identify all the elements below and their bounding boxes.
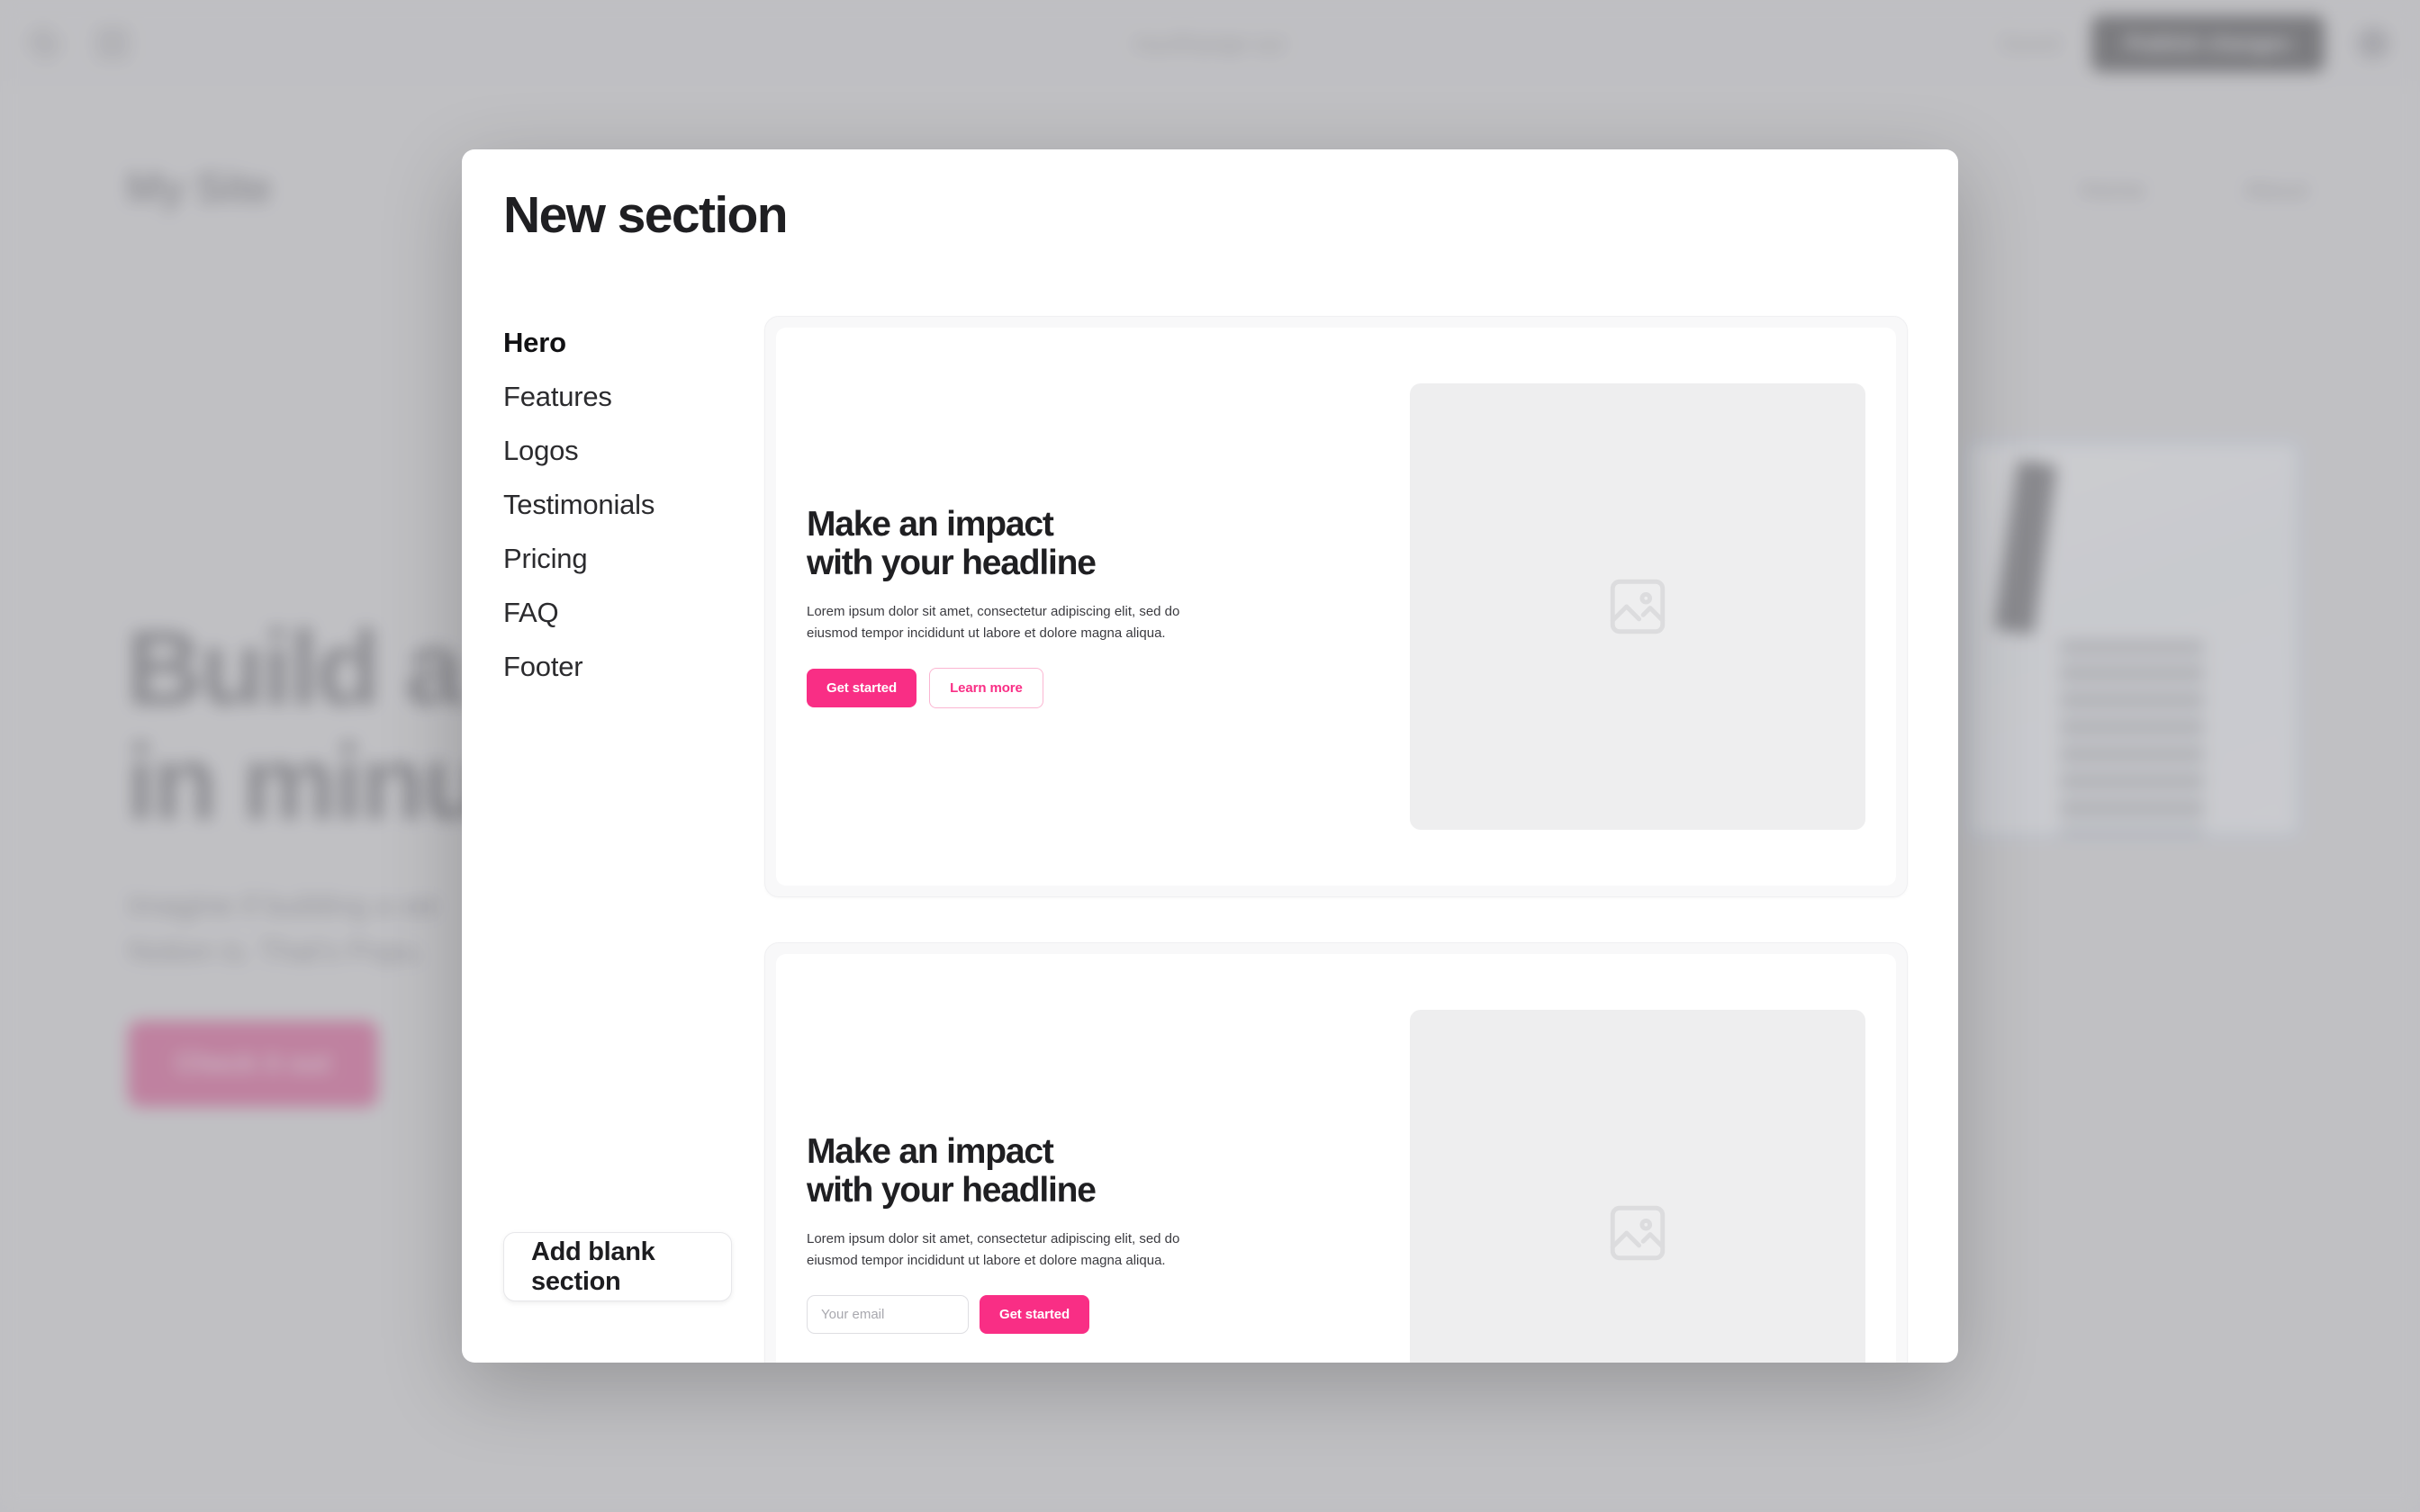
template-headline: Make an impact with your headline [807, 1131, 1097, 1210]
add-blank-section-button[interactable]: Add blank section [503, 1232, 732, 1301]
modal-title: New section [503, 186, 789, 244]
email-input[interactable] [807, 1295, 969, 1335]
sidebar-item-faq[interactable]: FAQ [503, 586, 732, 640]
hero-template-1[interactable]: Make an impact with your headline Lorem … [776, 328, 1896, 886]
template-preview-list[interactable]: Make an impact with your headline Lorem … [732, 293, 1958, 1363]
sidebar-item-testimonials[interactable]: Testimonials [503, 478, 732, 532]
learn-more-button[interactable]: Learn more [929, 668, 1043, 709]
template-media-placeholder [1410, 1010, 1865, 1363]
modal-body: Hero Features Logos Testimonials Pricing… [462, 293, 1958, 1363]
hero-template-2[interactable]: Make an impact with your headline Lorem … [776, 954, 1896, 1363]
get-started-button[interactable]: Get started [807, 669, 917, 708]
sidebar-item-pricing[interactable]: Pricing [503, 532, 732, 586]
template-card[interactable]: Make an impact with your headline Lorem … [764, 316, 1908, 897]
image-placeholder-icon [1610, 579, 1666, 634]
template-body-text: Lorem ipsum dolor sit amet, consectetur … [807, 603, 1180, 642]
sidebar-item-features[interactable]: Features [503, 370, 732, 424]
template-media-placeholder [1410, 383, 1865, 830]
sidebar-item-hero[interactable]: Hero [503, 316, 732, 370]
sidebar-item-footer[interactable]: Footer [503, 640, 732, 694]
template-text-block: Make an impact with your headline Lorem … [807, 1132, 1230, 1335]
template-email-form: Get started [807, 1295, 1230, 1335]
template-headline: Make an impact with your headline [807, 504, 1097, 583]
template-body-text: Lorem ipsum dolor sit amet, consectetur … [807, 1230, 1180, 1269]
get-started-button[interactable]: Get started [980, 1295, 1090, 1335]
sidebar-item-logos[interactable]: Logos [503, 424, 732, 478]
template-card[interactable]: Make an impact with your headline Lorem … [764, 942, 1908, 1363]
template-button-group: Get started Learn more [807, 668, 1230, 709]
app-root: myuifixpage.xyz Saved Publish changes My… [0, 0, 2420, 1512]
new-section-modal: New section Hero Features Logos Testimon… [462, 149, 1958, 1363]
section-category-list: Hero Features Logos Testimonials Pricing… [503, 316, 732, 694]
section-category-sidebar: Hero Features Logos Testimonials Pricing… [462, 293, 732, 1363]
template-text-block: Make an impact with your headline Lorem … [807, 505, 1230, 709]
image-placeholder-icon [1610, 1205, 1666, 1261]
